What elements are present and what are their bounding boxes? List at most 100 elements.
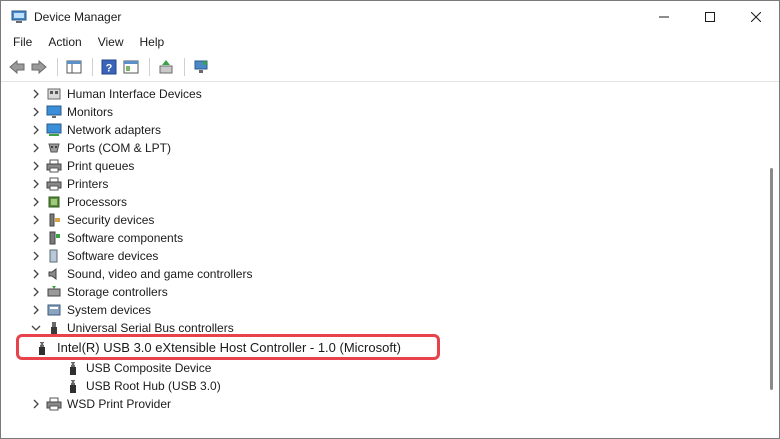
expand-chevron-icon[interactable] <box>30 398 42 410</box>
processor-icon <box>46 195 62 209</box>
update-driver-icon <box>159 60 173 74</box>
usb-icon <box>46 321 62 335</box>
usb-device-icon <box>65 361 81 375</box>
toolbar: ? <box>1 53 779 82</box>
toolbar-separator <box>92 58 93 76</box>
software-device-icon <box>46 249 62 263</box>
sound-icon <box>46 267 62 281</box>
tree-item-label: USB Root Hub (USB 3.0) <box>86 379 221 393</box>
tree-device-row[interactable]: USB Root Hub (USB 3.0) <box>1 377 761 395</box>
menu-help[interactable]: Help <box>132 32 173 53</box>
scan-hardware-button[interactable] <box>191 57 211 77</box>
expand-chevron-icon[interactable] <box>30 304 42 316</box>
scan-hardware-icon <box>194 60 208 73</box>
vertical-scrollbar[interactable] <box>761 82 779 415</box>
title-bar: Device Manager <box>1 1 779 32</box>
expand-chevron-icon[interactable] <box>30 160 42 172</box>
scroll-thumb[interactable] <box>770 168 773 390</box>
menu-action[interactable]: Action <box>40 32 89 53</box>
device-manager-window: Device Manager File Action View Help ? H… <box>0 0 780 439</box>
tree-category-row[interactable]: Software components <box>1 229 761 247</box>
tree-item-label: Processors <box>67 195 128 209</box>
tree-category-row[interactable]: Network adapters <box>1 121 761 139</box>
expand-chevron-icon[interactable] <box>30 106 42 118</box>
properties-icon <box>123 60 139 74</box>
console-tree-icon <box>66 60 82 74</box>
software-component-icon <box>46 231 62 245</box>
highlight-box <box>16 334 440 360</box>
tree-category-row[interactable]: Processors <box>1 193 761 211</box>
expand-chevron-icon[interactable] <box>30 88 42 100</box>
tree-category-row[interactable]: Print queues <box>1 157 761 175</box>
toolbar-separator <box>149 58 150 76</box>
tree-category-row[interactable]: Storage controllers <box>1 283 761 301</box>
help-icon: ? <box>101 59 117 75</box>
tree-item-label: Printers <box>67 177 109 191</box>
security-device-icon <box>46 213 62 227</box>
tree-item-label: USB Composite Device <box>86 361 212 375</box>
tree-item-label: Security devices <box>67 213 155 227</box>
printer-icon <box>46 397 62 411</box>
toolbar-separator <box>184 58 185 76</box>
update-driver-button[interactable] <box>156 57 176 77</box>
back-button[interactable] <box>7 57 27 77</box>
expand-chevron-icon[interactable] <box>30 196 42 208</box>
expand-chevron-icon[interactable] <box>30 250 42 262</box>
printer-icon <box>46 159 62 173</box>
port-icon <box>46 141 62 155</box>
tree-item-label: Software components <box>67 231 184 245</box>
tree-item-label: Monitors <box>67 105 114 119</box>
expand-chevron-icon[interactable] <box>30 178 42 190</box>
device-manager-app-icon <box>11 10 27 24</box>
minimize-button[interactable] <box>641 1 687 32</box>
horizontal-scrollbar[interactable] <box>1 416 761 438</box>
tree-category-row[interactable]: Security devices <box>1 211 761 229</box>
forward-button[interactable] <box>29 57 49 77</box>
tree-item-label: Storage controllers <box>67 285 168 299</box>
window-title: Device Manager <box>34 9 122 24</box>
close-button[interactable] <box>733 1 779 32</box>
tree-item-label: WSD Print Provider <box>67 397 172 411</box>
toolbar-separator <box>57 58 58 76</box>
monitor-icon <box>46 105 62 119</box>
tree-category-row[interactable]: Monitors <box>1 103 761 121</box>
menu-view[interactable]: View <box>90 32 132 53</box>
tree-item-label: System devices <box>67 303 152 317</box>
system-device-icon <box>46 303 62 317</box>
expand-chevron-icon[interactable] <box>30 268 42 280</box>
forward-arrow-icon <box>31 60 47 74</box>
expand-chevron-icon[interactable] <box>30 286 42 298</box>
back-arrow-icon <box>9 60 25 74</box>
tree-item-label: Print queues <box>67 159 135 173</box>
tree-item-label: Human Interface Devices <box>67 87 202 101</box>
tree-category-row[interactable]: System devices <box>1 301 761 319</box>
tree-category-row[interactable]: Human Interface Devices <box>1 85 761 103</box>
tree-item-label: Ports (COM & LPT) <box>67 141 172 155</box>
tree-item-label: Sound, video and game controllers <box>67 267 253 281</box>
tree-category-row[interactable]: WSD Print Provider <box>1 395 761 413</box>
hid-icon <box>46 87 62 101</box>
menu-bar: File Action View Help <box>1 32 779 53</box>
tree-item-label: Network adapters <box>67 123 162 137</box>
tree-category-row[interactable]: Sound, video and game controllers <box>1 265 761 283</box>
tree-category-row[interactable]: Ports (COM & LPT) <box>1 139 761 157</box>
expand-chevron-icon[interactable] <box>30 124 42 136</box>
tree-category-row[interactable]: Software devices <box>1 247 761 265</box>
usb-device-icon <box>65 379 81 393</box>
help-button[interactable]: ? <box>99 57 119 77</box>
show-hide-console-tree-button[interactable] <box>64 57 84 77</box>
maximize-button[interactable] <box>687 1 733 32</box>
collapse-chevron-icon[interactable] <box>30 322 42 334</box>
properties-button[interactable] <box>121 57 141 77</box>
device-tree: Human Interface Devices Monitors Network a… <box>1 82 761 415</box>
expand-chevron-icon[interactable] <box>30 142 42 154</box>
tree-category-row[interactable]: Printers <box>1 175 761 193</box>
printer-icon <box>46 177 62 191</box>
storage-icon <box>46 285 62 299</box>
tree-device-row[interactable]: USB Composite Device <box>1 359 761 377</box>
expand-chevron-icon[interactable] <box>30 214 42 226</box>
menu-file[interactable]: File <box>5 32 40 53</box>
expand-chevron-icon[interactable] <box>30 232 42 244</box>
tree-item-label: Software devices <box>67 249 159 263</box>
svg-text:?: ? <box>106 63 113 75</box>
